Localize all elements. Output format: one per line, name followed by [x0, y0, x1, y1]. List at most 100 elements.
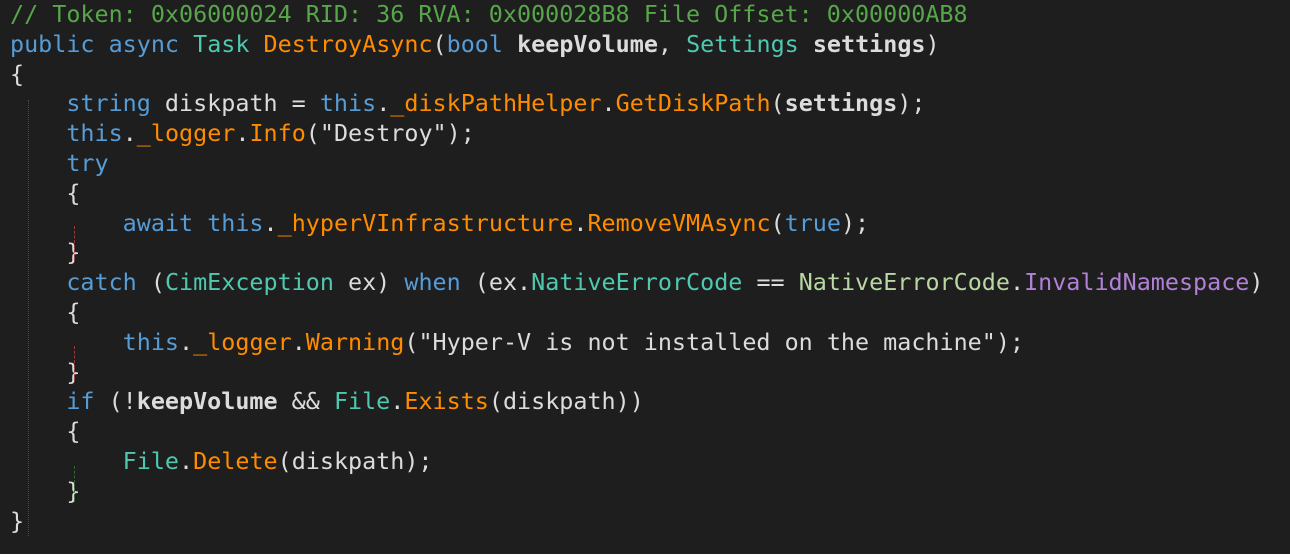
code-token: .	[291, 327, 306, 356]
code-token: );	[897, 89, 926, 118]
code-token: (!	[94, 387, 137, 416]
code-token: NativeErrorCode	[798, 268, 1010, 297]
code-line[interactable]: {	[10, 60, 1263, 90]
code-token: RemoveVMAsync	[587, 208, 771, 237]
code-token: {	[10, 417, 81, 446]
code-token: _logger	[136, 119, 236, 148]
code-token: this	[207, 208, 264, 237]
code-line[interactable]: string diskpath = this._diskPathHelper.G…	[10, 89, 1263, 119]
code-line[interactable]: {	[10, 417, 1263, 447]
code-token: Info	[249, 119, 306, 148]
code-token: // Token: 0x06000024 RID: 36 RVA: 0x0000…	[10, 0, 968, 28]
code-line[interactable]: catch (CimException ex) when (ex.NativeE…	[10, 268, 1263, 298]
code-token: DestroyAsync	[263, 29, 433, 58]
code-token: );	[995, 327, 1025, 356]
code-token: {	[10, 178, 81, 207]
code-token: }	[10, 476, 81, 505]
code-token: true	[784, 208, 841, 237]
code-token: if	[66, 387, 95, 416]
code-token: Warning	[305, 327, 405, 356]
code-token: Exists	[404, 387, 489, 416]
code-token: .	[179, 327, 194, 356]
indent-guide-try	[74, 226, 75, 262]
code-line[interactable]: public async Task DestroyAsync(bool keep…	[10, 30, 1263, 60]
code-token: .	[1009, 268, 1025, 297]
code-token: .	[601, 89, 616, 118]
code-token: .	[573, 208, 588, 237]
code-token: keepVolume	[136, 387, 278, 416]
code-token: (	[770, 89, 785, 118]
code-token: (	[770, 208, 785, 237]
code-token: File	[122, 446, 180, 475]
code-token: {	[10, 297, 81, 326]
code-token: }	[10, 506, 25, 535]
code-token: .	[390, 387, 405, 416]
code-token: when	[404, 268, 461, 297]
code-token: "Destroy"	[319, 119, 447, 148]
code-token: );	[446, 119, 475, 148]
code-line[interactable]: {	[10, 298, 1263, 328]
code-token: (	[305, 119, 320, 148]
code-editor[interactable]: // Token: 0x06000024 RID: 36 RVA: 0x0000…	[0, 0, 1290, 554]
code-line[interactable]: // Token: 0x06000024 RID: 36 RVA: 0x0000…	[10, 0, 1263, 30]
code-token: settings	[812, 29, 926, 58]
code-token: Settings	[686, 29, 799, 58]
code-token: _hyperVInfrastructure	[277, 208, 574, 237]
code-token: .	[376, 89, 391, 118]
code-token: public	[10, 29, 95, 58]
code-token: }	[10, 238, 81, 267]
code-token: File	[333, 387, 391, 416]
code-line[interactable]: try	[10, 149, 1263, 179]
code-token: NativeErrorCode	[531, 268, 743, 297]
code-line[interactable]: await this._hyperVInfrastructure.RemoveV…	[10, 209, 1263, 239]
code-line[interactable]: }	[10, 238, 1263, 268]
code-token: (diskpath))	[488, 387, 644, 416]
code-line[interactable]: this._logger.Info("Destroy");	[10, 119, 1263, 149]
code-line[interactable]: }	[10, 358, 1263, 388]
indent-guide-method	[28, 100, 29, 536]
code-token: ex)	[333, 268, 405, 297]
code-token: (	[136, 268, 165, 297]
code-line[interactable]: {	[10, 179, 1263, 209]
code-token: ==	[742, 268, 799, 297]
code-view[interactable]: // Token: 0x06000024 RID: 36 RVA: 0x0000…	[10, 0, 1263, 536]
code-line[interactable]: }	[10, 477, 1263, 507]
code-token: keepVolume	[517, 29, 658, 58]
code-token: (ex.	[460, 268, 532, 297]
code-token: .	[263, 208, 278, 237]
code-token: this	[122, 327, 180, 356]
code-token: &&	[277, 387, 334, 416]
code-token: catch	[66, 268, 137, 297]
code-token: .	[235, 119, 250, 148]
code-token: );	[840, 208, 870, 237]
code-token: string	[66, 89, 151, 118]
code-token: _logger	[193, 327, 292, 356]
code-token: this	[66, 119, 123, 148]
code-token: bool	[446, 29, 503, 58]
code-line[interactable]: File.Delete(diskpath);	[10, 447, 1263, 477]
code-token: this	[319, 89, 377, 118]
code-token: CimException	[164, 268, 334, 297]
code-token: .	[122, 119, 137, 148]
code-token: GetDiskPath	[615, 89, 771, 118]
code-token: try	[66, 148, 109, 177]
code-token: (	[432, 29, 447, 58]
code-line[interactable]: }	[10, 507, 1263, 537]
indent-guide-if	[74, 466, 75, 502]
code-line[interactable]: this._logger.Warning("Hyper-V is not ins…	[10, 328, 1263, 358]
code-line[interactable]: if (!keepVolume && File.Exists(diskpath)…	[10, 387, 1263, 417]
code-token: ,	[657, 29, 687, 58]
